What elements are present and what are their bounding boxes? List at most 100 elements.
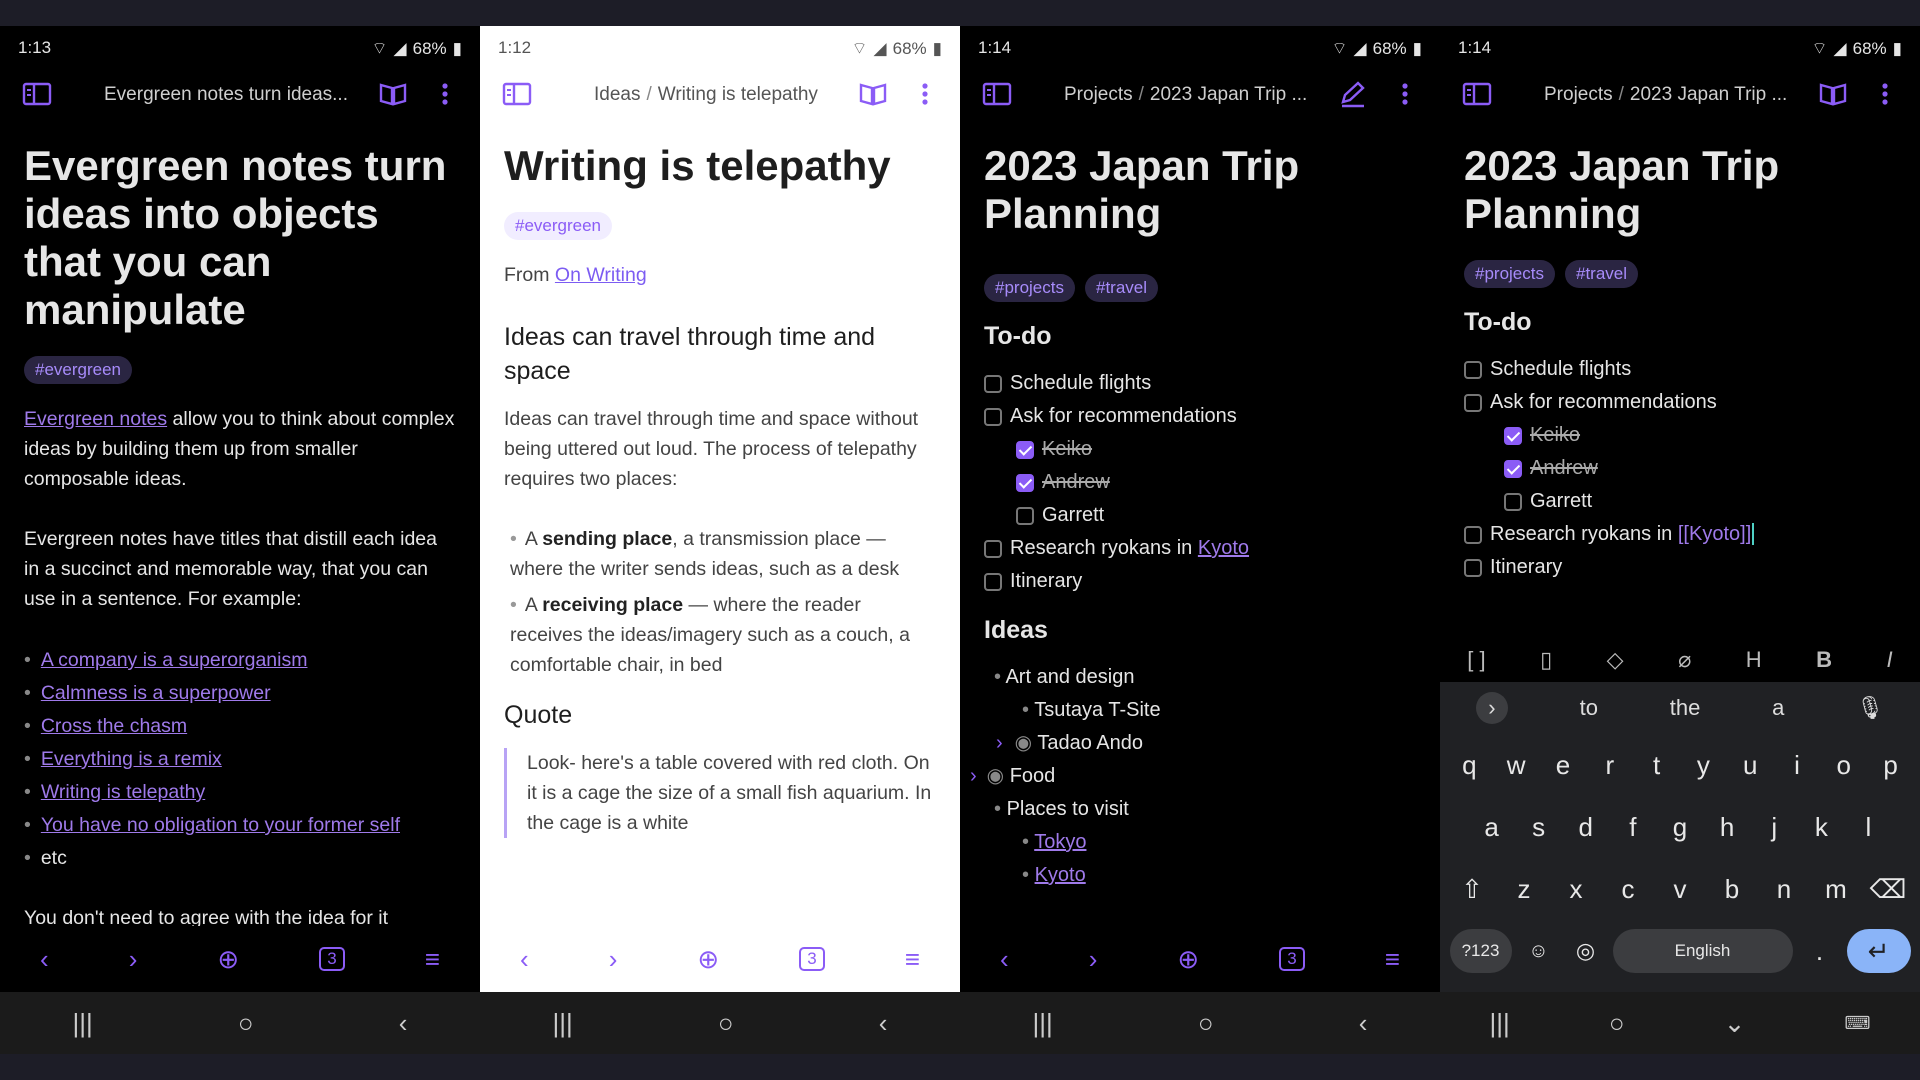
key-p[interactable]: p — [1871, 750, 1911, 781]
home-icon[interactable]: ○ — [1609, 1008, 1625, 1039]
internal-link[interactable]: You have no obligation to your former se… — [41, 814, 400, 836]
key-q[interactable]: q — [1449, 750, 1489, 781]
globe-icon[interactable]: ◎ — [1566, 938, 1606, 964]
system-back-icon[interactable]: ‹ — [399, 1008, 408, 1039]
key-o[interactable]: o — [1824, 750, 1864, 781]
task-checkbox[interactable] — [984, 374, 1002, 393]
reading-view-icon[interactable] — [858, 80, 888, 108]
forward-arrow-icon[interactable]: › — [609, 944, 618, 975]
key-u[interactable]: u — [1730, 750, 1770, 781]
task-checkbox[interactable] — [984, 539, 1002, 558]
more-options-icon[interactable] — [1390, 80, 1420, 108]
internal-link[interactable]: Kyoto — [1198, 537, 1249, 559]
key-g[interactable]: g — [1660, 812, 1700, 843]
key-f[interactable]: f — [1613, 812, 1653, 843]
task-checkbox[interactable] — [1016, 506, 1034, 525]
hide-keyboard-icon[interactable]: ⌄ — [1724, 1008, 1746, 1039]
forward-arrow-icon[interactable]: › — [129, 944, 138, 975]
emoji-icon[interactable]: ☺ — [1519, 940, 1559, 963]
task-checkbox[interactable] — [984, 407, 1002, 426]
internal-link[interactable]: Evergreen notes — [24, 408, 167, 430]
task-checkbox[interactable] — [984, 572, 1002, 591]
microphone-icon[interactable]: 🎙 — [1856, 695, 1884, 721]
task-checkbox-checked[interactable] — [1504, 426, 1522, 445]
breadcrumb-folder[interactable]: Ideas — [594, 84, 640, 105]
internal-link[interactable]: Tokyo — [1034, 831, 1086, 853]
tabs-count-icon[interactable]: 3 — [1279, 947, 1305, 971]
task-checkbox-checked[interactable] — [1504, 459, 1522, 478]
internal-link[interactable]: Everything is a remix — [41, 748, 222, 770]
new-note-icon[interactable]: ⊕ — [1177, 944, 1199, 975]
task-checkbox[interactable] — [1464, 558, 1482, 577]
tag-travel[interactable]: #travel — [1564, 260, 1639, 288]
italic-icon[interactable]: I — [1887, 647, 1893, 673]
enter-icon[interactable]: ↵ — [1846, 929, 1911, 973]
sidebar-toggle-icon[interactable] — [982, 80, 1012, 108]
forward-arrow-icon[interactable]: › — [1089, 944, 1098, 975]
more-options-icon[interactable] — [910, 80, 940, 108]
reading-view-icon[interactable] — [378, 80, 408, 108]
internal-link[interactable]: Writing is telepathy — [41, 781, 205, 803]
backspace-icon[interactable]: ⌫ — [1868, 874, 1908, 905]
attachment-icon[interactable]: ⌀ — [1678, 647, 1691, 673]
task-checkbox-checked[interactable] — [1016, 473, 1034, 492]
keyboard-switch-icon[interactable]: ⌨ — [1844, 1013, 1870, 1034]
system-back-icon[interactable]: ‹ — [1359, 1008, 1368, 1039]
breadcrumb-note[interactable]: 2023 Japan Trip ... — [1630, 84, 1787, 105]
heading-icon[interactable]: H — [1746, 647, 1762, 673]
more-options-icon[interactable] — [430, 80, 460, 108]
link-markup-editing[interactable]: [[Kyoto]] — [1678, 523, 1751, 545]
key-l[interactable]: l — [1848, 812, 1888, 843]
key-n[interactable]: n — [1764, 874, 1804, 905]
edit-pencil-icon[interactable] — [1338, 80, 1368, 108]
breadcrumb-note[interactable]: 2023 Japan Trip ... — [1150, 84, 1307, 105]
reading-view-icon[interactable] — [1818, 80, 1848, 108]
task-checkbox[interactable] — [1464, 393, 1482, 412]
task-checkbox[interactable] — [1464, 360, 1482, 379]
collapse-chevron-icon[interactable]: › — [996, 732, 1003, 754]
key-d[interactable]: d — [1566, 812, 1606, 843]
breadcrumb-note[interactable]: Writing is telepathy — [658, 84, 818, 105]
collapse-chevron-icon[interactable]: › — [970, 765, 977, 787]
breadcrumb-folder[interactable]: Projects — [1064, 84, 1133, 105]
key-v[interactable]: v — [1660, 874, 1700, 905]
shift-icon[interactable]: ⇧ — [1452, 874, 1492, 905]
key-r[interactable]: r — [1590, 750, 1630, 781]
menu-list-icon[interactable]: ≡ — [425, 944, 440, 975]
task-checkbox-checked[interactable] — [1016, 440, 1034, 459]
tag-travel[interactable]: #travel — [1084, 274, 1159, 302]
key-s[interactable]: s — [1519, 812, 1559, 843]
more-options-icon[interactable] — [1870, 80, 1900, 108]
breadcrumb[interactable]: Projects/ 2023 Japan Trip ... — [1544, 84, 1808, 106]
sidebar-toggle-icon[interactable] — [22, 80, 52, 108]
new-note-icon[interactable]: ⊕ — [217, 944, 239, 975]
internal-link[interactable]: Kyoto — [1035, 864, 1086, 886]
key-i[interactable]: i — [1777, 750, 1817, 781]
menu-list-icon[interactable]: ≡ — [1385, 944, 1400, 975]
sidebar-toggle-icon[interactable] — [1462, 80, 1492, 108]
space-bar[interactable]: English — [1612, 929, 1793, 973]
wikilink-icon[interactable]: [ ] — [1467, 647, 1485, 673]
recent-apps-icon[interactable]: ||| — [1490, 1008, 1510, 1039]
key-h[interactable]: h — [1707, 812, 1747, 843]
note-title-bar[interactable]: Evergreen notes turn ideas... — [104, 84, 368, 106]
home-icon[interactable]: ○ — [238, 1008, 254, 1039]
suggestion[interactable]: a — [1772, 695, 1784, 721]
bold-icon[interactable]: B — [1816, 647, 1832, 673]
tabs-count-icon[interactable]: 3 — [319, 947, 345, 971]
key-b[interactable]: b — [1712, 874, 1752, 905]
key-c[interactable]: c — [1608, 874, 1648, 905]
tag-evergreen[interactable]: #evergreen — [24, 356, 133, 384]
recent-apps-icon[interactable]: ||| — [553, 1008, 573, 1039]
tag-projects[interactable]: #projects — [984, 274, 1075, 302]
back-arrow-icon[interactable]: ‹ — [520, 944, 529, 975]
internal-link[interactable]: Calmness is a superpower — [41, 682, 271, 704]
menu-list-icon[interactable]: ≡ — [905, 944, 920, 975]
key-y[interactable]: y — [1683, 750, 1723, 781]
home-icon[interactable]: ○ — [718, 1008, 734, 1039]
symbols-key[interactable]: ?123 — [1449, 929, 1512, 973]
key-x[interactable]: x — [1556, 874, 1596, 905]
new-note-icon[interactable]: ⊕ — [697, 944, 719, 975]
task-checkbox[interactable] — [1464, 525, 1482, 544]
key-t[interactable]: t — [1637, 750, 1677, 781]
